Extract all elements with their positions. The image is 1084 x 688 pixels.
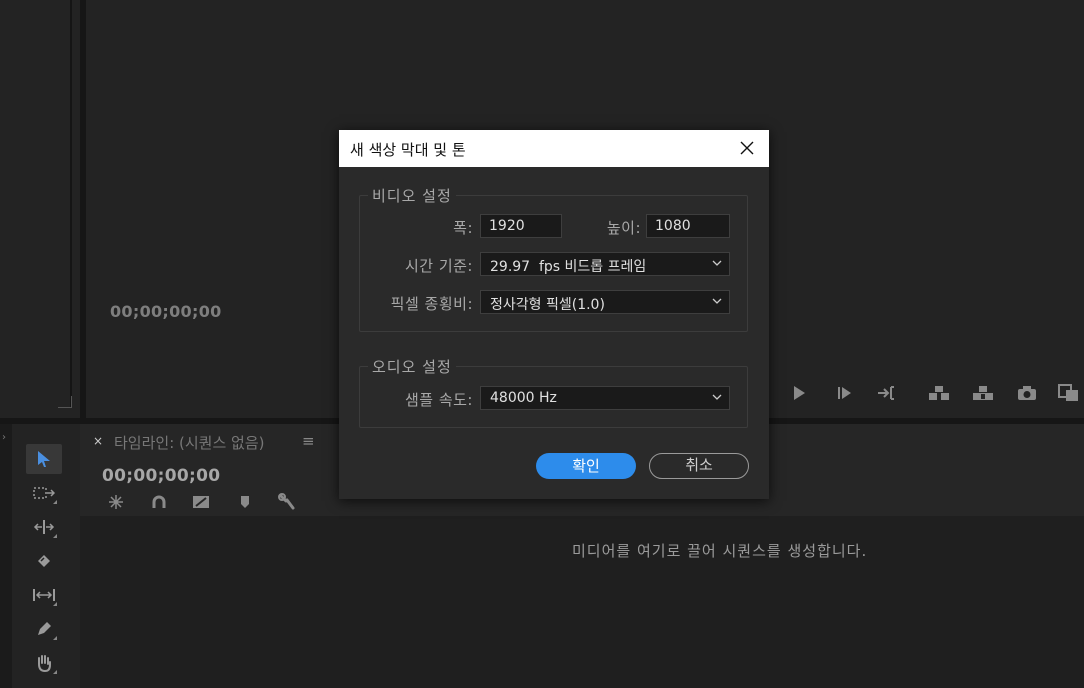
camera-icon[interactable] bbox=[1016, 382, 1038, 404]
chevron-down-icon bbox=[712, 394, 722, 400]
new-bars-and-tone-dialog: 새 색상 막대 및 톤 비디오 설정 폭: 높이: 시간 기준: 29.97 f… bbox=[339, 130, 769, 499]
close-icon[interactable] bbox=[735, 136, 759, 160]
snap-icon[interactable] bbox=[148, 492, 170, 512]
height-label: 높이: bbox=[606, 219, 641, 237]
expand-arrow-icon[interactable]: › bbox=[2, 432, 6, 443]
audio-settings-group: 오디오 설정 샘플 속도: 48000 Hz bbox=[359, 356, 748, 428]
sample-rate-label: 샘플 속도: bbox=[404, 391, 473, 409]
nest-toggle-icon[interactable] bbox=[105, 492, 127, 512]
dialog-title: 새 색상 막대 및 톤 bbox=[350, 141, 466, 159]
step-forward-icon[interactable] bbox=[834, 382, 856, 404]
height-field[interactable] bbox=[646, 214, 730, 238]
panel-scrollbar-track bbox=[70, 0, 72, 408]
cancel-button[interactable]: 취소 bbox=[649, 453, 749, 479]
play-icon[interactable] bbox=[788, 382, 810, 404]
go-to-out-icon[interactable] bbox=[876, 382, 898, 404]
timeline-tab-title[interactable]: 타임라인: (시퀀스 없음) bbox=[114, 432, 265, 453]
insert-icon[interactable] bbox=[928, 382, 950, 404]
monitor-timecode[interactable]: 00;00;00;00 bbox=[110, 302, 222, 321]
pixel-aspect-ratio-value: 정사각형 픽셀(1.0) bbox=[490, 297, 605, 313]
resize-corner[interactable] bbox=[58, 396, 72, 408]
panel-menu-icon[interactable]: ≡ bbox=[302, 432, 315, 450]
razor-tool-icon[interactable] bbox=[26, 546, 62, 576]
selection-tool-icon[interactable] bbox=[26, 444, 62, 474]
pixel-aspect-ratio-select[interactable]: 정사각형 픽셀(1.0) bbox=[480, 290, 730, 314]
timeline-close-icon[interactable]: × bbox=[93, 434, 103, 448]
sample-rate-select[interactable]: 48000 Hz bbox=[480, 386, 730, 410]
video-settings-group: 비디오 설정 폭: 높이: 시간 기준: 29.97 fps 비드롭 프레임 픽… bbox=[359, 185, 748, 332]
timebase-select[interactable]: 29.97 fps 비드롭 프레임 bbox=[480, 252, 730, 276]
track-select-tool-icon[interactable] bbox=[26, 478, 62, 508]
hand-tool-icon[interactable] bbox=[26, 648, 62, 678]
audio-settings-legend: 오디오 설정 bbox=[368, 356, 456, 377]
width-label: 폭: bbox=[453, 219, 473, 237]
pen-tool-icon[interactable] bbox=[26, 614, 62, 644]
video-settings-legend: 비디오 설정 bbox=[368, 185, 456, 206]
tools-panel: › bbox=[0, 424, 80, 688]
timeline-empty-hint: 미디어를 여기로 끌어 시퀀스를 생성합니다. bbox=[572, 542, 868, 560]
ripple-edit-tool-icon[interactable] bbox=[26, 512, 62, 542]
add-marker-icon[interactable] bbox=[234, 492, 256, 512]
pixel-aspect-ratio-label: 픽셀 종횡비: bbox=[390, 295, 473, 313]
tools-panel-edge: › bbox=[0, 424, 12, 688]
dialog-titlebar[interactable]: 새 색상 막대 및 톤 bbox=[339, 130, 769, 167]
wrench-icon[interactable] bbox=[276, 492, 298, 512]
timeline-timecode[interactable]: 00;00;00;00 bbox=[102, 466, 220, 486]
compare-icon[interactable] bbox=[1058, 382, 1080, 404]
width-field[interactable] bbox=[480, 214, 562, 238]
chevron-down-icon bbox=[712, 298, 722, 304]
ok-button[interactable]: 확인 bbox=[536, 453, 636, 479]
timebase-value: 29.97 fps 비드롭 프레임 bbox=[490, 259, 647, 275]
sample-rate-value: 48000 Hz bbox=[490, 390, 557, 406]
linked-selection-icon[interactable] bbox=[190, 492, 212, 512]
overwrite-icon[interactable] bbox=[972, 382, 994, 404]
chevron-down-icon bbox=[712, 260, 722, 266]
timebase-label: 시간 기준: bbox=[404, 257, 473, 275]
project-panel bbox=[0, 0, 80, 418]
slip-tool-icon[interactable] bbox=[26, 580, 62, 610]
